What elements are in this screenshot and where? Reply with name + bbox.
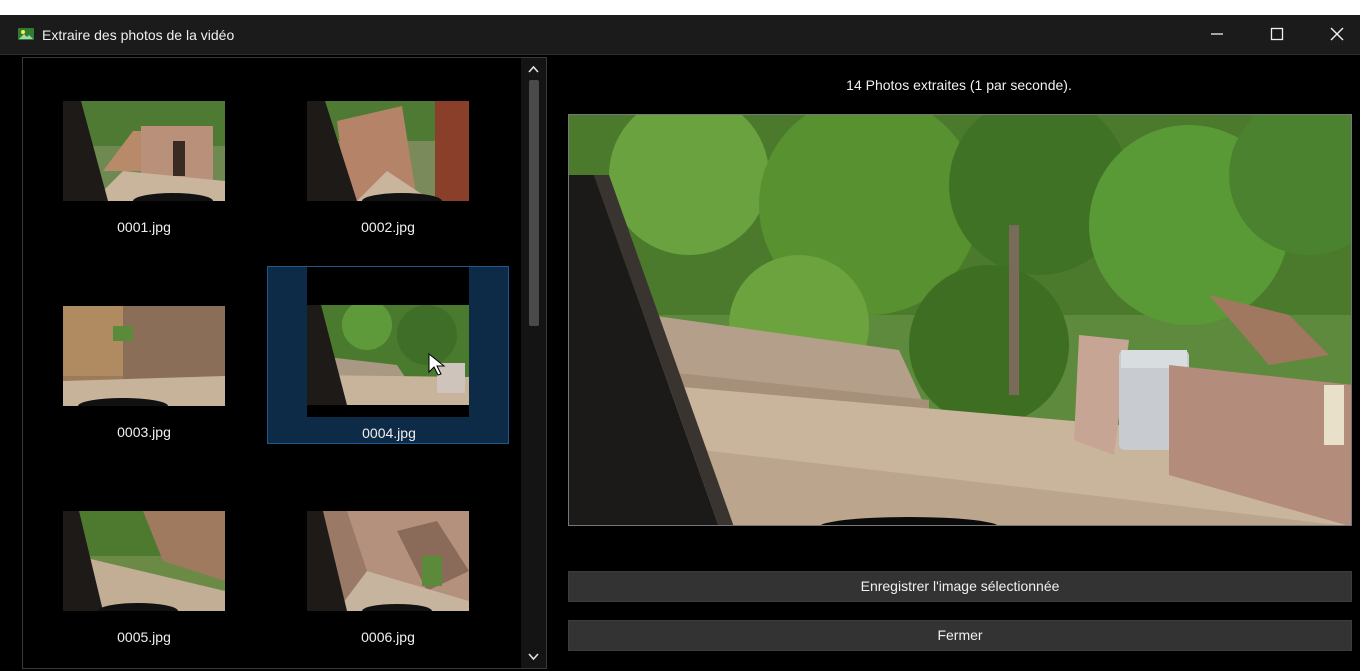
minimize-icon [1211, 33, 1223, 35]
thumbnail-list[interactable]: 0001.jpg 0002.jpg 0003.jpg 0004.jpg 0005… [22, 57, 547, 669]
close-window-button[interactable] [1308, 15, 1360, 54]
thumbnail-image [63, 101, 225, 201]
mouse-cursor-icon [428, 353, 446, 376]
close-button[interactable]: Fermer [568, 620, 1352, 651]
thumbnail-0006[interactable]: 0006.jpg [267, 511, 509, 668]
thumbnail-image [307, 511, 469, 611]
thumbnail-image [63, 511, 225, 611]
preview-image [568, 114, 1352, 526]
chevron-up-icon [528, 65, 539, 73]
vertical-scrollbar[interactable] [521, 58, 546, 668]
save-selected-image-button[interactable]: Enregistrer l'image sélectionnée [568, 571, 1352, 602]
thumbnail-0004[interactable]: 0004.jpg [267, 266, 509, 444]
maximize-button[interactable] [1248, 15, 1308, 54]
thumbnail-0005[interactable]: 0005.jpg [23, 511, 265, 668]
thumbnail-caption: 0004.jpg [362, 425, 416, 441]
extraction-status: 14 Photos extraites (1 par seconde). [846, 77, 1072, 93]
title-bar[interactable]: Extraire des photos de la vidéo [0, 15, 1360, 55]
thumbnail-caption: 0006.jpg [361, 629, 415, 645]
thumbnail-grid: 0001.jpg 0002.jpg 0003.jpg 0004.jpg 0005… [23, 58, 523, 668]
thumbnail-caption: 0005.jpg [117, 629, 171, 645]
chevron-down-icon [528, 653, 539, 661]
scrollbar-thumb[interactable] [529, 80, 539, 326]
window-title: Extraire des photos de la vidéo [42, 27, 235, 43]
thumbnail-0003[interactable]: 0003.jpg [23, 306, 265, 484]
extract-photos-window: Extraire des photos de la vidéo 0001.jpg… [0, 15, 1360, 671]
thumbnail-image [63, 306, 225, 406]
scroll-up-button[interactable] [521, 58, 546, 80]
thumbnail-caption: 0003.jpg [117, 424, 171, 440]
thumbnail-image [307, 101, 469, 201]
minimize-button[interactable] [1188, 15, 1248, 54]
thumbnail-caption: 0002.jpg [361, 219, 415, 235]
scroll-down-button[interactable] [521, 646, 546, 668]
thumbnail-0001[interactable]: 0001.jpg [23, 101, 265, 279]
preview-pane: 14 Photos extraites (1 par seconde). Enr… [558, 57, 1360, 671]
thumbnail-caption: 0001.jpg [117, 219, 171, 235]
maximize-icon [1270, 27, 1284, 41]
close-icon [1330, 27, 1344, 41]
thumbnail-0002[interactable]: 0002.jpg [267, 101, 509, 279]
photo-extract-icon [18, 28, 34, 40]
